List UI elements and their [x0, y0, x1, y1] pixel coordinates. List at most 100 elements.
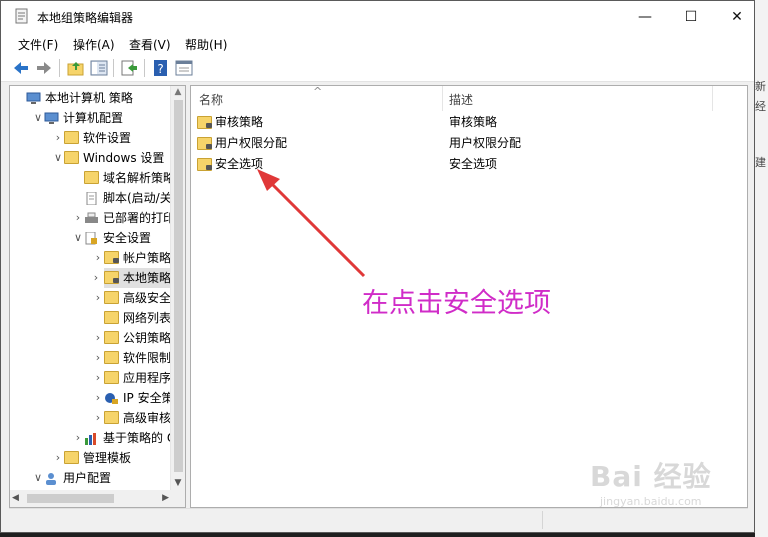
show-tree-icon[interactable] [90, 59, 108, 77]
column-divider[interactable] [712, 86, 713, 111]
tree-item[interactable]: ›高级审核策略 [10, 408, 185, 428]
menu-help[interactable]: 帮助(H) [185, 36, 227, 53]
folder-icon [64, 451, 79, 464]
scrollbar-corner [170, 490, 185, 507]
collapsed-chevron-icon[interactable]: › [93, 248, 103, 268]
list-item-name: 审核策略 [215, 115, 264, 129]
minimize-icon: — [638, 8, 652, 25]
collapsed-chevron-icon[interactable]: › [93, 328, 103, 348]
close-icon: ✕ [731, 8, 743, 25]
locked-folder-icon [197, 116, 212, 129]
tree-item[interactable]: 域名解析策略 [10, 168, 175, 188]
locked-folder-icon [197, 137, 212, 150]
tree-item[interactable]: › IP 安全策略 [10, 388, 185, 408]
tree-item[interactable]: ›软件限制策略 [10, 348, 185, 368]
expanded-chevron-icon[interactable]: ∨ [53, 148, 63, 168]
watermark-brand: Bai 经验 [590, 460, 712, 493]
background-text: 建 [755, 156, 766, 169]
status-bar [9, 508, 748, 531]
tree-horizontal-scroll-thumb[interactable] [27, 494, 114, 503]
column-divider[interactable] [442, 86, 443, 111]
tree-item[interactable]: 脚本(启动/关机) [10, 188, 185, 208]
tree-item[interactable]: ∨ Windows 设置 [10, 148, 170, 168]
help-icon[interactable]: ? [152, 59, 170, 77]
tree-item[interactable]: › 软件设置 [10, 128, 170, 148]
collapsed-chevron-icon[interactable]: › [73, 208, 83, 228]
window-title: 本地组策略编辑器 [37, 11, 134, 25]
collapsed-chevron-icon[interactable]: › [93, 408, 103, 428]
scroll-left-icon[interactable]: ◀ [12, 490, 25, 507]
tree-item[interactable]: › 已部署的打印机 [10, 208, 185, 228]
lock-badge-icon [206, 123, 212, 128]
folder-icon [104, 371, 119, 384]
locked-folder-icon [104, 251, 119, 264]
chart-icon [84, 431, 99, 445]
tree-item[interactable]: ∨ 用户配置 [10, 468, 170, 488]
annotation-arrow [257, 169, 366, 278]
back-arrow-icon[interactable] [12, 59, 30, 77]
tree-item[interactable]: › 本地策略 [94, 268, 171, 288]
scroll-up-icon[interactable]: ▲ [171, 86, 185, 99]
menu-view[interactable]: 查看(V) [129, 36, 171, 53]
tree-item[interactable]: ›高级安全 Windows [10, 288, 185, 308]
folder-icon [64, 131, 79, 144]
tree-item[interactable]: 本地计算机 策略 [10, 88, 170, 108]
list-item-description: 用户权限分配 [449, 136, 522, 150]
computer-icon [44, 111, 59, 124]
forward-arrow-icon[interactable] [35, 59, 53, 77]
column-header-description[interactable]: 描述 [449, 91, 473, 108]
tree-item[interactable]: ∨ 安全设置 [10, 228, 170, 248]
toolbar-separator [59, 59, 60, 77]
expanded-chevron-icon[interactable]: ∨ [33, 468, 43, 488]
list-item[interactable]: 用户权限分配 用户权限分配 [191, 133, 747, 154]
tree-vertical-scrollbar[interactable]: ▲ ▼ [170, 86, 185, 490]
script-icon [84, 191, 99, 206]
maximize-button[interactable]: ☐ [668, 1, 714, 32]
tree-vertical-scroll-thumb[interactable] [174, 100, 183, 472]
collapsed-chevron-icon[interactable]: › [73, 428, 83, 448]
toolbar-separator [144, 59, 145, 77]
folder-icon [64, 151, 79, 164]
tree-item-label: 安全设置 [103, 231, 152, 245]
user-icon [44, 471, 59, 485]
status-divider [542, 511, 543, 529]
tree-item[interactable]: ∨ 计算机配置 [10, 108, 170, 128]
scroll-down-icon[interactable]: ▼ [171, 477, 185, 490]
collapsed-chevron-icon[interactable]: › [53, 128, 63, 148]
collapsed-chevron-icon[interactable]: › [93, 368, 103, 388]
tree-item[interactable]: › 基于策略的 QoS [10, 428, 185, 448]
tree-item[interactable]: › 帐户策略 [10, 248, 171, 268]
console-tree[interactable]: 本地计算机 策略 ∨ 计算机配置 › 软件设置 ∨ Windows 设置 域名解析策略 脚本(启… [9, 85, 186, 508]
menu-action[interactable]: 操作(A) [73, 36, 115, 53]
title-bar[interactable]: 本地组策略编辑器 — ☐ ✕ [1, 1, 754, 32]
tree-item-label: 计算机配置 [63, 111, 124, 125]
tree-item[interactable]: › 公钥策略 [10, 328, 171, 348]
tree-item[interactable]: 网络列表管理器 [10, 308, 185, 328]
column-header-name[interactable]: 名称 [199, 91, 223, 108]
close-button[interactable]: ✕ [714, 1, 754, 32]
properties-icon[interactable] [175, 59, 193, 77]
folder-icon [104, 291, 119, 304]
scroll-right-icon[interactable]: ▶ [156, 490, 169, 507]
list-item[interactable]: 审核策略 审核策略 [191, 112, 747, 133]
collapsed-chevron-icon[interactable]: › [93, 288, 103, 308]
up-folder-icon[interactable] [67, 59, 85, 77]
expanded-chevron-icon[interactable]: ∨ [33, 108, 43, 128]
collapsed-chevron-icon[interactable]: › [53, 448, 63, 468]
tree-item-label: 用户配置 [63, 471, 112, 485]
menu-file[interactable]: 文件(F) [18, 36, 58, 53]
tree-item-label: Windows 设置 [83, 151, 165, 165]
collapsed-chevron-icon[interactable]: › [91, 268, 101, 288]
export-list-icon[interactable] [120, 59, 138, 77]
toolbar: ? [1, 54, 754, 82]
lock-badge-icon [113, 258, 119, 263]
minimize-button[interactable]: — [622, 1, 668, 32]
tree-item[interactable]: › 管理模板 [10, 448, 170, 468]
collapsed-chevron-icon[interactable]: › [93, 348, 103, 368]
locked-folder-icon [104, 271, 119, 284]
collapsed-chevron-icon[interactable]: › [93, 388, 103, 408]
tree-item-label: 本地计算机 策略 [45, 91, 133, 105]
tree-item[interactable]: ›应用程序控制 [10, 368, 185, 388]
expanded-chevron-icon[interactable]: ∨ [73, 228, 83, 248]
tree-horizontal-scrollbar[interactable]: ◀ ▶ [10, 490, 171, 507]
